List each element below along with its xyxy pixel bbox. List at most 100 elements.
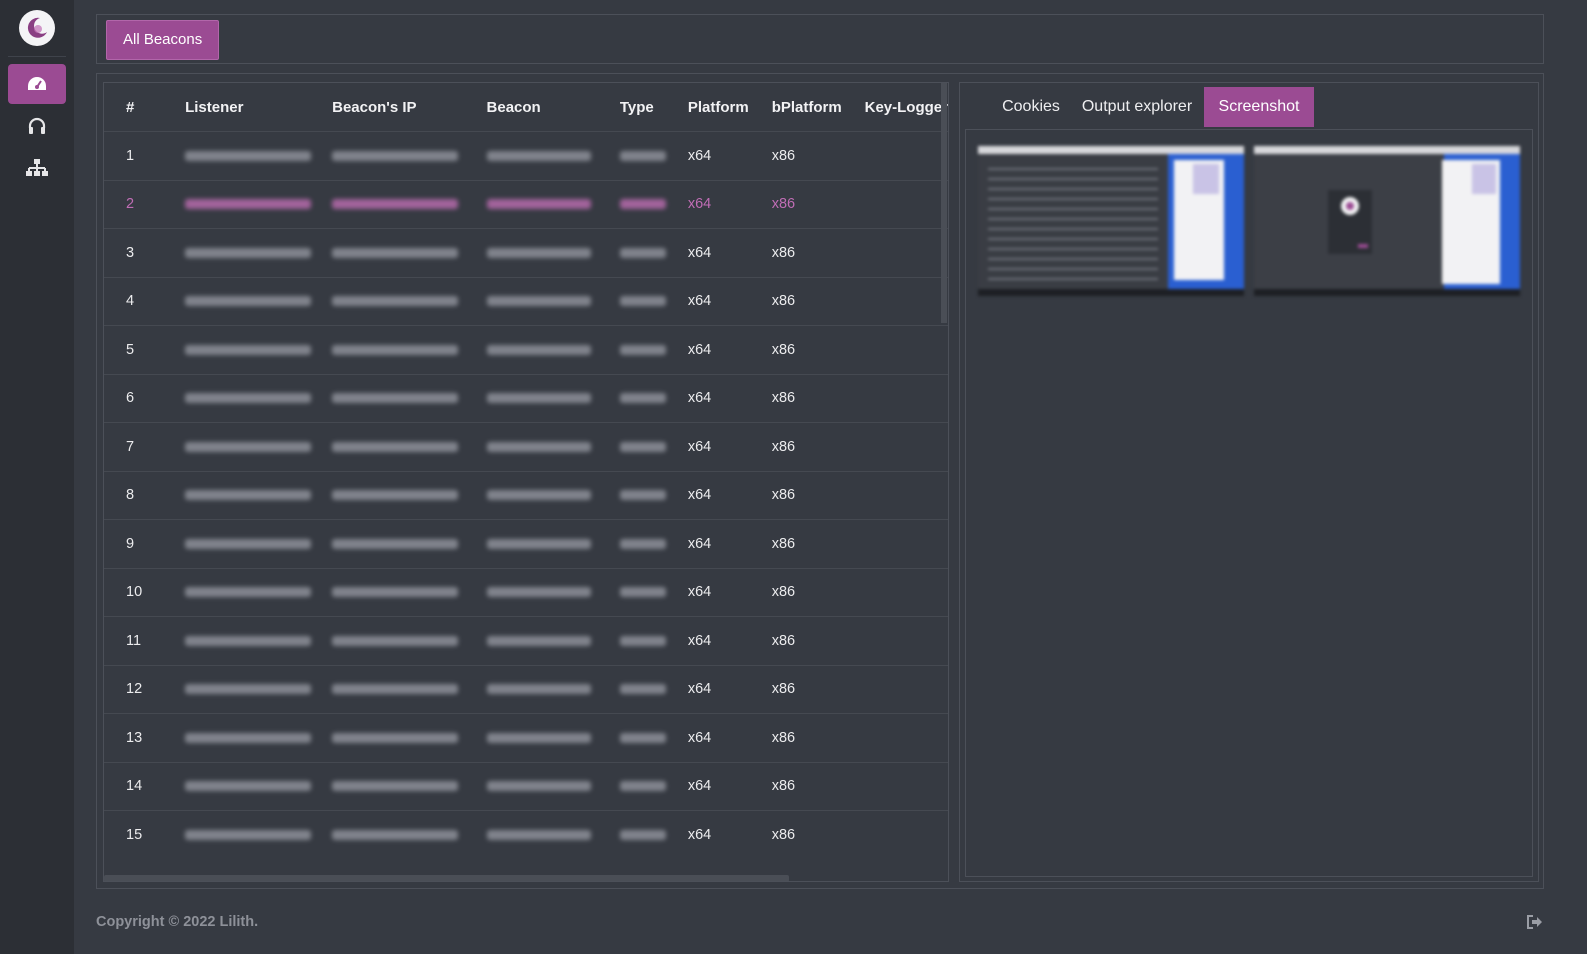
beacon-cell [486, 616, 620, 665]
table-row[interactable]: 14 x64 x86 [104, 761, 948, 811]
redacted-value [185, 441, 312, 452]
redacted-value [332, 490, 459, 501]
type-cell [619, 131, 688, 180]
platform-cell: x64 [687, 422, 772, 471]
redacted-value [332, 199, 459, 210]
platform-cell: x64 [687, 810, 772, 859]
table-row[interactable]: 13 x64 x86 [104, 713, 948, 762]
screenshot-thumbnail-image [978, 146, 1244, 296]
redacted-value [619, 344, 666, 355]
table-row[interactable]: 9 x64 x86 [104, 519, 948, 568]
sidebar-item-dashboard[interactable] [8, 64, 66, 104]
listener-cell [185, 810, 333, 859]
screenshot-thumbnail[interactable] [1254, 146, 1520, 296]
redacted-value [332, 732, 459, 743]
platform-cell: x64 [687, 761, 772, 811]
screenshot-tab-content [965, 129, 1533, 877]
table-row[interactable]: 3 x64 x86 [104, 228, 948, 277]
dashboard-icon [28, 77, 46, 90]
table-row[interactable]: 2 x64 x86 [104, 179, 948, 229]
column-header-beacon-ip[interactable]: Beacon's IP [332, 83, 486, 132]
platform-cell: x64 [687, 519, 772, 568]
bplatform-cell: x86 [771, 325, 865, 374]
screenshot-thumbnail[interactable] [978, 146, 1244, 296]
redacted-value [619, 635, 666, 646]
redacted-value [185, 393, 312, 404]
table-row[interactable]: 4 x64 x86 [104, 276, 948, 326]
bplatform-cell: x86 [771, 470, 865, 520]
tab-screenshot[interactable]: Screenshot [1204, 87, 1314, 127]
listener-cell [185, 664, 333, 714]
row-number-cell: 7 [104, 422, 186, 471]
table-row[interactable]: 6 x64 x86 [104, 373, 948, 423]
beacons-table-panel: # Listener Beacon's IP Beacon Type Platf… [103, 82, 949, 882]
redacted-value [486, 344, 591, 355]
table-row[interactable]: 7 x64 x86 [104, 422, 948, 471]
logout-button[interactable] [1526, 914, 1544, 935]
listener-cell [185, 131, 333, 180]
redacted-value [332, 635, 459, 646]
key-logger-cell [864, 761, 948, 811]
all-beacons-button[interactable]: All Beacons [106, 20, 220, 60]
redacted-value [185, 150, 312, 161]
listener-cell [185, 179, 333, 229]
beacon-ip-cell [332, 179, 487, 229]
row-number-cell: 5 [104, 325, 186, 374]
beacon-cell [486, 470, 620, 520]
row-number-cell: 12 [104, 664, 186, 714]
table-row[interactable]: 10 x64 x86 [104, 567, 948, 617]
key-logger-cell [864, 276, 948, 326]
redacted-value [332, 684, 459, 695]
bplatform-cell: x86 [771, 519, 865, 568]
bplatform-cell: x86 [771, 276, 865, 326]
key-logger-cell [864, 713, 948, 762]
key-logger-cell [864, 228, 948, 277]
sidebar-item-network[interactable] [8, 148, 66, 188]
column-header-beacon[interactable]: Beacon [487, 83, 620, 132]
row-number-cell: 1 [104, 131, 186, 180]
redacted-value [619, 150, 666, 161]
horizontal-scrollbar[interactable] [104, 875, 789, 881]
row-number-cell: 9 [104, 519, 186, 568]
redacted-value [486, 587, 591, 598]
beacon-cell [486, 664, 620, 714]
redacted-value [185, 732, 312, 743]
table-row[interactable]: 12 x64 x86 [104, 664, 948, 714]
type-cell [619, 325, 688, 374]
tab-output-explorer[interactable]: Output explorer [1062, 87, 1212, 127]
table-header-row: # Listener Beacon's IP Beacon Type Platf… [104, 83, 948, 132]
table-row[interactable]: 1 x64 x86 [104, 131, 948, 180]
column-header-bplatform[interactable]: bPlatform [772, 83, 865, 132]
table-row[interactable]: 11 x64 x86 [104, 616, 948, 665]
beacon-ip-cell [332, 228, 487, 277]
table-row[interactable]: 5 x64 x86 [104, 325, 948, 374]
beacon-ip-cell [332, 422, 487, 471]
redacted-value [332, 829, 459, 840]
column-header-listener[interactable]: Listener [185, 83, 332, 132]
redacted-value [619, 441, 666, 452]
vertical-scrollbar[interactable] [941, 83, 947, 323]
toolbar: All Beacons [96, 14, 1544, 64]
row-number-cell: 14 [104, 761, 186, 811]
beacon-cell [486, 519, 620, 568]
column-header-type[interactable]: Type [620, 83, 688, 132]
lilith-logo[interactable] [19, 10, 55, 46]
key-logger-cell [864, 810, 948, 859]
type-cell [619, 761, 688, 811]
beacon-cell [486, 761, 620, 811]
sidebar-item-listeners[interactable] [8, 106, 66, 146]
key-logger-cell [864, 179, 948, 229]
redacted-value [619, 393, 666, 404]
table-row[interactable]: 15 x64 x86 [104, 810, 948, 859]
column-header-number[interactable]: # [104, 83, 185, 132]
row-number-cell: 8 [104, 470, 186, 520]
bplatform-cell: x86 [771, 664, 865, 714]
redacted-value [332, 538, 459, 549]
listener-cell [185, 519, 333, 568]
column-header-key-logger[interactable]: Key-Logger [865, 83, 948, 132]
beacon-cell [486, 179, 620, 229]
column-header-platform[interactable]: Platform [688, 83, 772, 132]
redacted-value [185, 781, 312, 792]
table-row[interactable]: 8 x64 x86 [104, 470, 948, 520]
redacted-value [619, 199, 666, 210]
